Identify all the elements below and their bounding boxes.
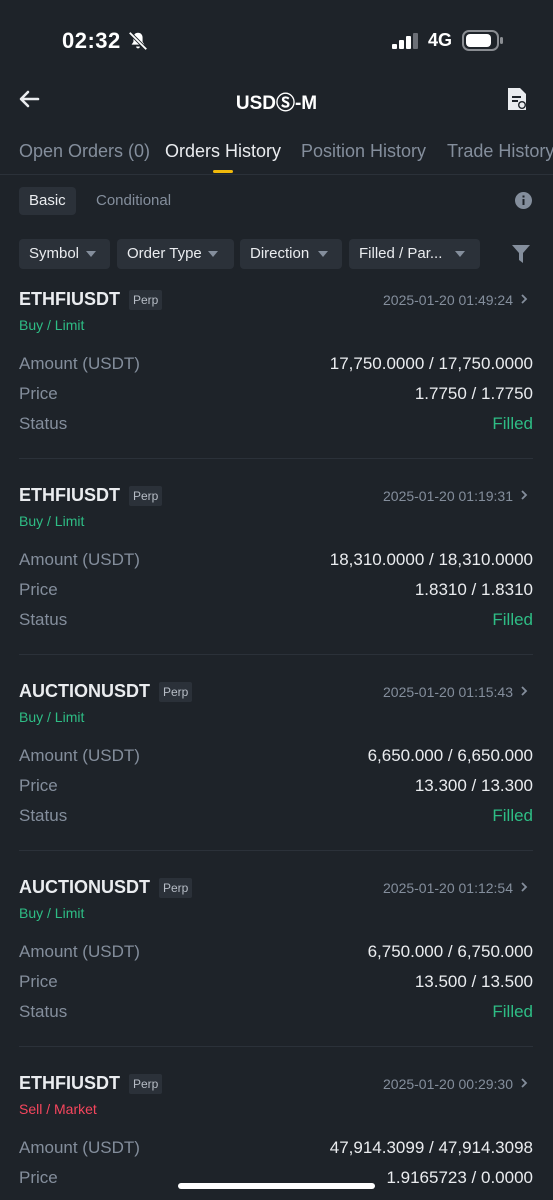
perp-badge: Perp [159, 682, 193, 702]
amount-value: 6,650.000 / 6,650.000 [367, 746, 533, 765]
amount-label: Amount (USDT) [19, 550, 140, 569]
status-label: Status [19, 1002, 68, 1021]
price-label: Price [19, 384, 58, 403]
order-symbol: AUCTIONUSDT [19, 877, 150, 897]
tab-orders-history[interactable]: Orders History [165, 141, 281, 162]
chevron-right-icon [521, 294, 528, 304]
caret-down-icon [86, 251, 96, 257]
order-card[interactable]: ETHFIUSDT Perp 2025-01-20 01:19:31 Buy /… [0, 477, 553, 673]
order-side: Buy / Limit [19, 709, 85, 725]
price-value: 1.8310 / 1.8310 [414, 580, 533, 599]
price-value: 1.9165723 / 0.0000 [386, 1168, 533, 1187]
status-bar: 02:32 4G [0, 0, 553, 80]
amount-value: 18,310.0000 / 18,310.0000 [329, 550, 533, 569]
status-time: 02:32 [62, 28, 121, 53]
perp-badge: Perp [159, 878, 193, 898]
network-label: 4G [428, 30, 453, 50]
status-value: Filled [492, 610, 533, 629]
order-time: 2025-01-20 01:12:54 [383, 880, 513, 896]
order-card[interactable]: ETHFIUSDT Perp 2025-01-20 00:29:30 Sell … [0, 1065, 553, 1200]
price-label: Price [19, 1168, 58, 1187]
subtab-conditional[interactable]: Conditional [86, 187, 181, 215]
caret-down-icon [455, 251, 465, 257]
tab-open-orders[interactable]: Open Orders (0) [19, 141, 150, 162]
price-label: Price [19, 776, 58, 795]
status-label: Status [19, 414, 68, 433]
price-value: 1.7750 / 1.7750 [414, 384, 533, 403]
order-time: 2025-01-20 01:49:24 [383, 292, 513, 308]
filter-order-type-label: Order Type [127, 245, 202, 262]
perp-badge: Perp [129, 1074, 163, 1094]
status-value: Filled [492, 414, 533, 433]
signal-icon [392, 33, 418, 49]
status-label: Status [19, 610, 68, 629]
filter-status-label: Filled / Par... [359, 245, 443, 262]
history-tabs: Open Orders (0) Orders History Position … [0, 138, 553, 174]
order-side: Sell / Market [19, 1101, 97, 1117]
amount-label: Amount (USDT) [19, 354, 140, 373]
chevron-right-icon [521, 686, 528, 696]
status-value: Filled [492, 1002, 533, 1021]
order-divider [19, 1046, 533, 1047]
order-side: Buy / Limit [19, 513, 85, 529]
order-card[interactable]: ETHFIUSDT Perp 2025-01-20 01:49:24 Buy /… [0, 281, 553, 477]
perp-badge: Perp [129, 486, 163, 506]
order-symbol: AUCTIONUSDT [19, 681, 150, 701]
caret-down-icon [318, 251, 328, 257]
order-card[interactable]: AUCTIONUSDT Perp 2025-01-20 01:12:54 Buy… [0, 869, 553, 1065]
chevron-right-icon [521, 882, 528, 892]
order-time: 2025-01-20 00:29:30 [383, 1076, 513, 1092]
status-value: Filled [492, 806, 533, 825]
document-icon[interactable] [506, 87, 528, 111]
order-divider [19, 458, 533, 459]
home-indicator[interactable] [178, 1183, 375, 1189]
amount-value: 47,914.3099 / 47,914.3098 [329, 1138, 533, 1157]
perp-badge: Perp [129, 290, 163, 310]
order-time: 2025-01-20 01:15:43 [383, 684, 513, 700]
amount-value: 6,750.000 / 6,750.000 [367, 942, 533, 961]
battery-icon [462, 30, 503, 51]
caret-down-icon [208, 251, 218, 257]
order-time: 2025-01-20 01:19:31 [383, 488, 513, 504]
amount-label: Amount (USDT) [19, 1138, 140, 1157]
page-title: USDⓈ-M [235, 93, 318, 114]
price-value: 13.300 / 13.300 [414, 776, 533, 795]
subtab-basic[interactable]: Basic [19, 187, 76, 215]
order-card[interactable]: AUCTIONUSDT Perp 2025-01-20 01:15:43 Buy… [0, 673, 553, 869]
amount-label: Amount (USDT) [19, 942, 140, 961]
status-label: Status [19, 806, 68, 825]
order-symbol: ETHFIUSDT [19, 1073, 120, 1093]
tab-position-history[interactable]: Position History [301, 141, 426, 162]
price-label: Price [19, 972, 58, 991]
info-icon[interactable] [515, 192, 532, 209]
filter-symbol[interactable]: Symbol [19, 239, 110, 269]
filter-status[interactable]: Filled / Par... [349, 239, 480, 269]
filter-order-type[interactable]: Order Type [117, 239, 234, 269]
amount-value: 17,750.0000 / 17,750.0000 [329, 354, 533, 373]
order-side: Buy / Limit [19, 905, 85, 921]
mute-bell-icon [128, 31, 148, 51]
filter-direction-label: Direction [250, 245, 310, 262]
price-label: Price [19, 580, 58, 599]
order-symbol: ETHFIUSDT [19, 485, 120, 505]
amount-label: Amount (USDT) [19, 746, 140, 765]
order-side: Buy / Limit [19, 317, 85, 333]
order-symbol: ETHFIUSDT [19, 289, 120, 309]
active-tab-indicator [213, 170, 233, 173]
tabs-divider [0, 174, 553, 175]
filter-direction[interactable]: Direction [240, 239, 342, 269]
price-value: 13.500 / 13.500 [414, 972, 533, 991]
order-divider [19, 850, 533, 851]
chevron-right-icon [521, 1078, 528, 1088]
filter-symbol-label: Symbol [29, 245, 80, 262]
funnel-icon[interactable] [512, 244, 530, 264]
tab-trade-history[interactable]: Trade History [447, 141, 553, 162]
chevron-right-icon [521, 490, 528, 500]
order-divider [19, 654, 533, 655]
